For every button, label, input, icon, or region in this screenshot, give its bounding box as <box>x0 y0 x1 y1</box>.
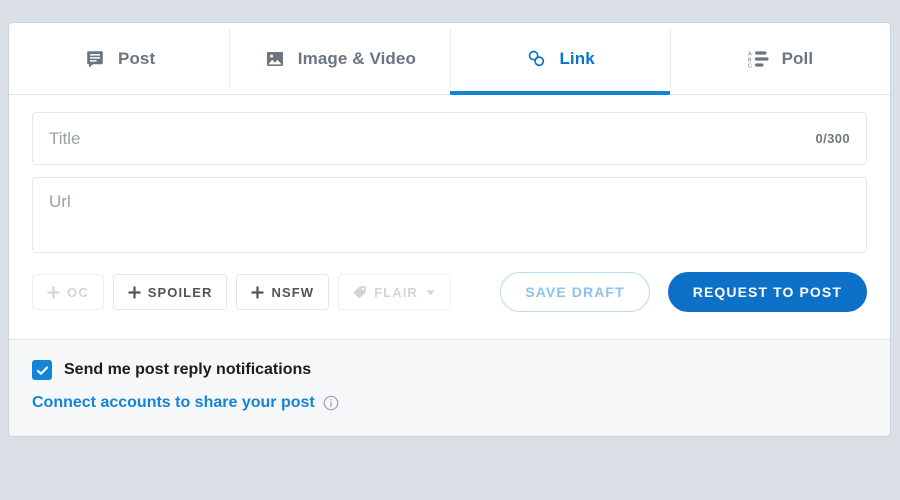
tab-poll-label: Poll <box>781 48 814 68</box>
info-icon[interactable] <box>323 395 339 411</box>
post-options-footer: Send me post reply notifications Connect… <box>9 339 890 436</box>
post-type-tabs: Post Image & Video Link A B C Poll <box>9 23 890 95</box>
oc-label: OC <box>67 284 89 300</box>
submit-post-card: Post Image & Video Link A B C Poll Title… <box>8 22 891 437</box>
url-field[interactable] <box>32 177 867 253</box>
tag-button-group: OC SPOILER NSFW FLAIR <box>32 274 451 310</box>
notifications-checkbox[interactable] <box>32 360 52 380</box>
image-video-icon <box>263 47 287 71</box>
tab-image-video[interactable]: Image & Video <box>229 23 450 94</box>
title-field[interactable]: 0/300 <box>32 112 867 165</box>
connect-accounts-link[interactable]: Connect accounts to share your post <box>32 394 315 412</box>
chevron-down-icon <box>425 287 436 298</box>
link-icon <box>524 47 548 71</box>
notifications-row: Send me post reply notifications <box>32 360 867 380</box>
post-icon <box>83 47 107 71</box>
tag-icon <box>353 285 367 299</box>
url-input[interactable] <box>49 192 850 238</box>
save-draft-button[interactable]: SAVE DRAFT <box>500 272 650 312</box>
flair-label: FLAIR <box>374 284 418 300</box>
notifications-label: Send me post reply notifications <box>64 361 312 378</box>
form-actions: OC SPOILER NSFW FLAIR SAVE DRAFT REQUEST… <box>32 272 867 312</box>
connect-accounts-row: Connect accounts to share your post <box>32 394 867 412</box>
title-char-counter: 0/300 <box>815 131 850 146</box>
tab-poll[interactable]: A B C Poll <box>669 23 890 94</box>
tab-link-label: Link <box>559 48 595 68</box>
tab-post[interactable]: Post <box>9 23 230 94</box>
nsfw-button[interactable]: NSFW <box>236 274 330 310</box>
plus-icon <box>47 286 60 299</box>
tab-image-video-label: Image & Video <box>297 48 416 68</box>
flair-button[interactable]: FLAIR <box>338 274 451 310</box>
poll-icon: A B C <box>747 47 771 71</box>
spoiler-label: SPOILER <box>147 284 213 300</box>
tab-link[interactable]: Link <box>449 23 671 95</box>
svg-text:C: C <box>748 63 752 69</box>
spoiler-button[interactable]: SPOILER <box>112 274 228 310</box>
tab-post-label: Post <box>118 48 156 68</box>
title-input[interactable] <box>49 113 806 164</box>
plus-icon <box>251 286 264 299</box>
nsfw-label: NSFW <box>271 284 315 300</box>
post-form: 0/300 OC <box>9 95 890 339</box>
request-to-post-button[interactable]: REQUEST TO POST <box>667 272 867 312</box>
oc-button[interactable]: OC <box>32 274 104 310</box>
plus-icon <box>128 286 141 299</box>
